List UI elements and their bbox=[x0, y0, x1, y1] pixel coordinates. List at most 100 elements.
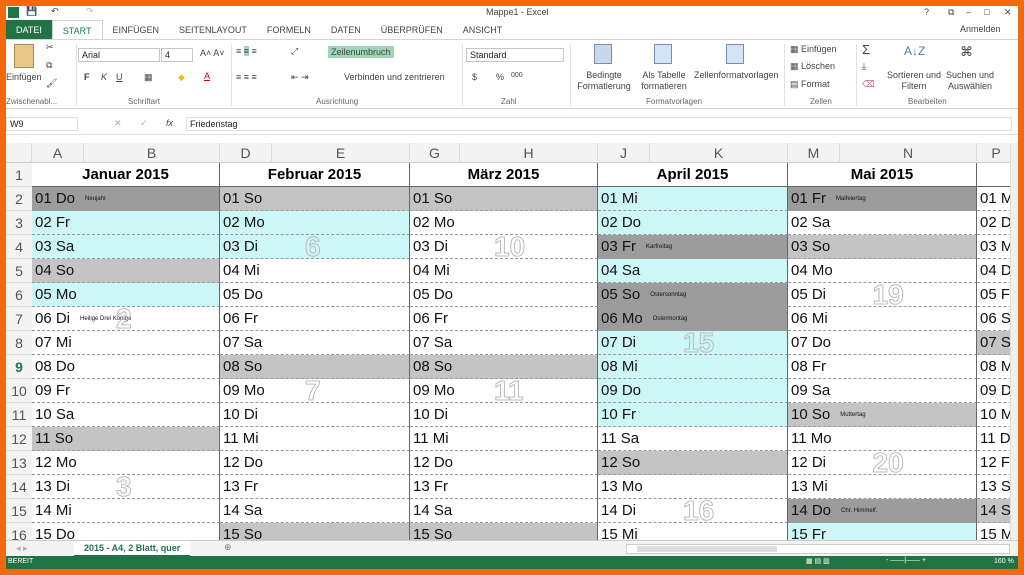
day-cell[interactable]: 10 So Muttertag bbox=[788, 403, 977, 427]
font-color-icon[interactable]: A bbox=[204, 71, 210, 81]
format-painter-icon[interactable]: 🖌 bbox=[46, 78, 57, 89]
sheet-tab-2015[interactable]: 2015 - A4, 2 Blatt, quer bbox=[74, 541, 191, 557]
day-cell[interactable]: 13 Di bbox=[32, 475, 220, 499]
insert-cells-button[interactable]: ▦ Einfügen bbox=[790, 44, 837, 55]
day-cell[interactable]: 01 Mo bbox=[977, 187, 1010, 211]
day-cell[interactable]: 06 Di Heilige Drei Könige bbox=[32, 307, 220, 331]
day-cell[interactable]: 13 Sa bbox=[977, 475, 1010, 499]
day-cell[interactable]: 07 Sa bbox=[220, 331, 410, 355]
enter-icon[interactable]: ✓ bbox=[140, 118, 148, 129]
border-icon[interactable]: ▦ bbox=[144, 72, 153, 83]
day-cell[interactable]: 10 Fr bbox=[598, 403, 788, 427]
bold-button[interactable]: F bbox=[84, 72, 90, 82]
day-cell[interactable]: 07 Di bbox=[598, 331, 788, 355]
row-header[interactable]: 4 bbox=[6, 235, 32, 259]
column-header[interactable]: A bbox=[32, 143, 84, 163]
ribbon-options-button[interactable]: ⧉ bbox=[948, 7, 954, 18]
day-cell[interactable]: 15 Do bbox=[32, 523, 220, 541]
find-select-button[interactable]: Suchen und Auswählen bbox=[944, 70, 996, 92]
clear-icon[interactable]: ⌫ bbox=[862, 79, 875, 90]
redo-icon[interactable]: ↷ bbox=[86, 6, 94, 17]
day-cell[interactable]: 06 Sa bbox=[977, 307, 1010, 331]
day-cell[interactable]: 10 Mi bbox=[977, 403, 1010, 427]
sheet-nav-prev-icon[interactable]: ◂ ▸ bbox=[16, 543, 28, 554]
day-cell[interactable]: 01 So bbox=[220, 187, 410, 211]
day-cell[interactable]: 04 Sa bbox=[598, 259, 788, 283]
day-cell[interactable]: 06 Mi bbox=[788, 307, 977, 331]
day-cell[interactable]: 11 Mi bbox=[220, 427, 410, 451]
fill-icon[interactable]: ⤓ bbox=[862, 61, 866, 72]
day-cell[interactable]: 05 Fr bbox=[977, 283, 1010, 307]
day-cell[interactable]: 10 Sa bbox=[32, 403, 220, 427]
day-cell[interactable]: 15 Mo bbox=[977, 523, 1010, 541]
month-header[interactable]: Februar 2015 bbox=[220, 163, 410, 187]
column-header[interactable]: D bbox=[220, 143, 272, 163]
month-header[interactable]: Januar 2015 bbox=[32, 163, 220, 187]
month-header[interactable]: Mai 2015 bbox=[788, 163, 977, 187]
day-cell[interactable]: 07 Mi bbox=[32, 331, 220, 355]
column-header[interactable]: M bbox=[788, 143, 840, 163]
day-cell[interactable]: 12 Do bbox=[220, 451, 410, 475]
day-cell[interactable]: 12 Mo bbox=[32, 451, 220, 475]
italic-button[interactable]: K bbox=[101, 72, 107, 82]
day-cell[interactable]: 13 Mo bbox=[598, 475, 788, 499]
minimize-button[interactable]: – bbox=[966, 7, 971, 17]
number-format-select[interactable]: Standard bbox=[466, 48, 564, 62]
paste-button[interactable]: Einfügen bbox=[6, 72, 42, 82]
column-header[interactable]: G bbox=[410, 143, 460, 163]
day-cell[interactable]: 04 Mi bbox=[220, 259, 410, 283]
day-cell[interactable]: 12 Do bbox=[410, 451, 598, 475]
row-header[interactable]: 8 bbox=[6, 331, 32, 355]
day-cell[interactable]: 01 Fr Maifeiertag bbox=[788, 187, 977, 211]
row-header[interactable]: 14 bbox=[6, 475, 32, 499]
day-cell[interactable]: 11 Do bbox=[977, 427, 1010, 451]
day-cell[interactable]: 03 Di bbox=[220, 235, 410, 259]
view-normal-icon[interactable]: ▦ ▤ ▥ bbox=[806, 557, 830, 565]
day-cell[interactable]: 08 So bbox=[410, 355, 598, 379]
day-cell[interactable]: 11 Mo bbox=[788, 427, 977, 451]
day-cell[interactable]: 13 Fr bbox=[410, 475, 598, 499]
day-cell[interactable]: 14 Di bbox=[598, 499, 788, 523]
font-size-select[interactable]: 4 bbox=[161, 48, 193, 62]
tab-einfuegen[interactable]: EINFÜGEN bbox=[103, 20, 170, 40]
day-cell[interactable]: 08 Fr bbox=[788, 355, 977, 379]
day-cell[interactable]: 14 So bbox=[977, 499, 1010, 523]
percent-button[interactable]: % bbox=[496, 72, 504, 82]
day-cell[interactable]: 02 Mo bbox=[410, 211, 598, 235]
format-as-table-button[interactable]: Als Tabelle formatieren bbox=[636, 70, 692, 92]
zoom-slider[interactable]: - ——|—— + bbox=[886, 557, 926, 564]
day-cell[interactable]: 08 Do bbox=[32, 355, 220, 379]
day-cell[interactable]: 15 Mi bbox=[598, 523, 788, 541]
vertical-scrollbar[interactable] bbox=[1010, 143, 1018, 541]
save-icon[interactable]: 💾 bbox=[26, 6, 37, 17]
day-cell[interactable]: 10 Di bbox=[410, 403, 598, 427]
help-button[interactable]: ? bbox=[924, 7, 929, 17]
day-cell[interactable]: 08 Mo bbox=[977, 355, 1010, 379]
row-header[interactable]: 9 bbox=[6, 355, 32, 379]
day-cell[interactable]: 04 So bbox=[32, 259, 220, 283]
add-sheet-icon[interactable]: ⊕ bbox=[224, 542, 232, 553]
day-cell[interactable]: 06 Mo Ostermontag bbox=[598, 307, 788, 331]
align-top-icon[interactable]: ≡ ≡ ≡ bbox=[236, 46, 257, 56]
insert-function-button[interactable]: fx bbox=[166, 118, 173, 128]
thousands-button[interactable]: 000 bbox=[511, 72, 523, 79]
formula-input[interactable]: Friedenstag bbox=[186, 117, 1012, 131]
grow-font-icon[interactable]: A˄ A˅ bbox=[200, 48, 225, 58]
day-cell[interactable]: 02 Do bbox=[598, 211, 788, 235]
column-header[interactable]: E bbox=[272, 143, 410, 163]
day-cell[interactable]: 10 Di bbox=[220, 403, 410, 427]
column-header[interactable]: P bbox=[977, 143, 1010, 163]
row-header[interactable]: 7 bbox=[6, 307, 32, 331]
day-cell[interactable]: 14 Sa bbox=[220, 499, 410, 523]
day-cell[interactable]: 07 Do bbox=[788, 331, 977, 355]
day-cell[interactable]: 03 So bbox=[788, 235, 977, 259]
month-header[interactable]: März 2015 bbox=[410, 163, 598, 187]
row-header[interactable]: 6 bbox=[6, 283, 32, 307]
tab-seitenlayout[interactable]: SEITENLAYOUT bbox=[169, 20, 257, 40]
currency-button[interactable]: $ bbox=[472, 72, 477, 82]
day-cell[interactable]: 13 Mi bbox=[788, 475, 977, 499]
row-header[interactable]: 1 bbox=[6, 163, 32, 187]
day-cell[interactable]: 07 Sa bbox=[410, 331, 598, 355]
spreadsheet-grid[interactable]: A B D E G H J K M N P 1 2 3 4 5 6 7 8 9 10 11 12 13 14 15 16 Januar… bbox=[6, 143, 1010, 541]
day-cell[interactable]: 08 Mi bbox=[598, 355, 788, 379]
